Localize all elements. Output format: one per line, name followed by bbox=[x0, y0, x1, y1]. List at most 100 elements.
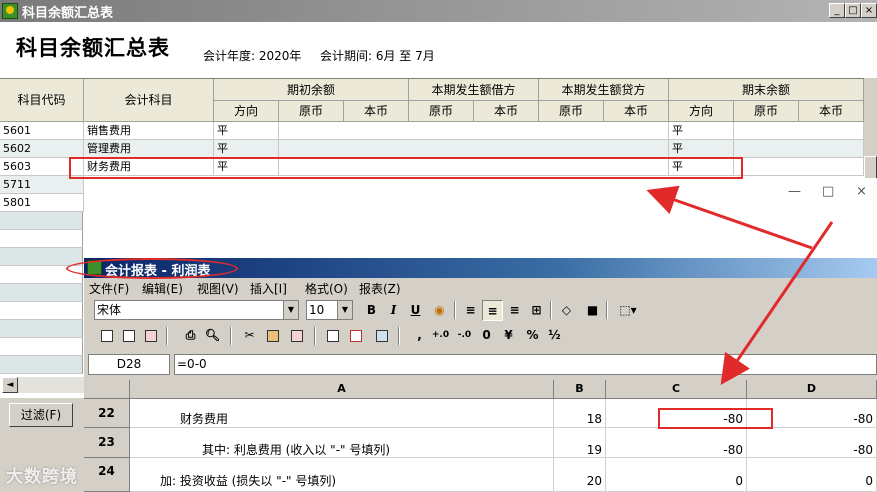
amount-cells[interactable] bbox=[734, 158, 864, 176]
chevron-down-icon[interactable]: ▼ bbox=[337, 301, 352, 319]
window2-close-button[interactable]: × bbox=[856, 184, 867, 199]
menu-file[interactable]: 文件(F) bbox=[89, 280, 129, 297]
print-icon[interactable]: ⎙ bbox=[180, 325, 201, 346]
amount-cells[interactable] bbox=[734, 122, 864, 140]
font-color-icon[interactable]: ■ bbox=[582, 300, 603, 321]
col-header-c[interactable]: C bbox=[606, 380, 747, 399]
cell-c24[interactable]: 0 bbox=[606, 458, 747, 492]
spreadsheet[interactable]: A B C D 22 财务费用 18 -80 -80 23 其中: 利息费用 (… bbox=[84, 380, 877, 492]
delete-sheet-icon[interactable] bbox=[345, 325, 366, 346]
direction-cell[interactable]: 平 bbox=[214, 140, 279, 158]
bold-button[interactable]: B bbox=[361, 300, 382, 321]
cell-reference-box[interactable]: D28 bbox=[88, 354, 170, 375]
sort-icon[interactable] bbox=[371, 325, 392, 346]
chevron-down-icon[interactable]: ▼ bbox=[283, 301, 298, 319]
cell-a24[interactable]: 加: 投资收益 (损失以 "-" 号填列) bbox=[130, 458, 554, 492]
code-cell[interactable]: 5801 bbox=[0, 194, 84, 212]
cell-a23[interactable]: 其中: 利息费用 (收入以 "-" 号填列) bbox=[130, 428, 554, 458]
formula-input[interactable]: =0-0 bbox=[174, 354, 877, 375]
menu-view[interactable]: 视图(V) bbox=[197, 280, 239, 297]
save-icon[interactable] bbox=[140, 325, 161, 346]
sub-header[interactable]: 本币 bbox=[344, 101, 409, 122]
sub-header[interactable]: 原币 bbox=[409, 101, 474, 122]
cell-a22[interactable]: 财务费用 bbox=[130, 399, 554, 428]
corner-cell[interactable] bbox=[84, 380, 130, 399]
percent-button[interactable]: % bbox=[522, 325, 543, 346]
border-icon[interactable]: ⬚▾ bbox=[612, 300, 644, 321]
direction-cell[interactable]: 平 bbox=[669, 140, 734, 158]
copy-file-icon[interactable] bbox=[118, 325, 139, 346]
filter-button[interactable]: 过滤(F) bbox=[9, 403, 73, 427]
cell-b24[interactable]: 20 bbox=[554, 458, 606, 492]
amount-cells[interactable] bbox=[734, 140, 864, 158]
sub-header[interactable]: 原币 bbox=[539, 101, 604, 122]
align-right-icon[interactable]: ≡ bbox=[504, 300, 525, 321]
comma-style-button[interactable]: , bbox=[409, 325, 430, 346]
window2-minimize-button[interactable]: — bbox=[788, 184, 801, 199]
maximize-button[interactable]: □ bbox=[845, 3, 861, 18]
sub-header[interactable]: 方向 bbox=[214, 101, 279, 122]
scroll-left-icon[interactable]: ◄ bbox=[2, 377, 18, 393]
font-size-select[interactable]: 10 ▼ bbox=[306, 300, 353, 320]
code-cell[interactable]: 5602 bbox=[0, 140, 84, 158]
new-file-icon[interactable] bbox=[96, 325, 117, 346]
direction-cell[interactable]: 平 bbox=[214, 122, 279, 140]
scroll-thumb[interactable] bbox=[864, 156, 877, 180]
paste-icon[interactable] bbox=[262, 325, 283, 346]
align-left-icon[interactable]: ≡ bbox=[460, 300, 481, 321]
fraction-button[interactable]: ½ bbox=[544, 325, 565, 346]
row-header[interactable]: 23 bbox=[84, 428, 130, 458]
italic-button[interactable]: I bbox=[383, 300, 404, 321]
row-header[interactable]: 22 bbox=[84, 399, 130, 428]
close-button[interactable]: × bbox=[861, 3, 877, 18]
sub-header[interactable]: 本币 bbox=[604, 101, 669, 122]
menu-insert[interactable]: 插入[I] bbox=[250, 280, 287, 297]
font-name-select[interactable]: 宋体 ▼ bbox=[94, 300, 299, 320]
window2-maximize-button[interactable]: □ bbox=[822, 184, 834, 199]
sub-header[interactable]: 本币 bbox=[474, 101, 539, 122]
sub-header[interactable]: 方向 bbox=[669, 101, 734, 122]
fill-bucket-icon[interactable]: ◇ bbox=[556, 300, 577, 321]
cell-b22[interactable]: 18 bbox=[554, 399, 606, 428]
empty-row bbox=[0, 284, 83, 302]
amount-cells[interactable] bbox=[279, 140, 669, 158]
minimize-button[interactable]: _ bbox=[829, 3, 845, 18]
zero-button[interactable]: 0 bbox=[476, 325, 497, 346]
insert-sheet-icon[interactable] bbox=[322, 325, 343, 346]
paste-special-icon[interactable] bbox=[286, 325, 307, 346]
cell-b23[interactable]: 19 bbox=[554, 428, 606, 458]
cell-d24[interactable]: 0 bbox=[747, 458, 877, 492]
menu-report[interactable]: 报表(Z) bbox=[359, 280, 401, 297]
horizontal-scrollbar[interactable]: ◄ bbox=[2, 377, 84, 393]
col-header-d[interactable]: D bbox=[747, 380, 877, 399]
cut-icon[interactable]: ✂ bbox=[239, 325, 260, 346]
col-header-code[interactable]: 科目代码 bbox=[0, 79, 84, 122]
underline-button[interactable]: U bbox=[405, 300, 426, 321]
direction-cell[interactable]: 平 bbox=[669, 122, 734, 140]
sub-header[interactable]: 原币 bbox=[734, 101, 799, 122]
increase-decimal-icon[interactable]: +.0 bbox=[430, 325, 451, 346]
decrease-decimal-icon[interactable]: -.0 bbox=[454, 325, 475, 346]
print-preview-icon[interactable]: 🔍︎ bbox=[202, 325, 223, 346]
menu-format[interactable]: 格式(O) bbox=[305, 280, 348, 297]
separator bbox=[606, 301, 608, 319]
currency-icon[interactable]: ¥ bbox=[498, 325, 519, 346]
vertical-scrollbar[interactable] bbox=[864, 78, 877, 180]
subject-cell[interactable]: 管理费用 bbox=[84, 140, 214, 158]
window1-titlebar[interactable]: 科目余额汇总表 _ □ × bbox=[0, 0, 877, 22]
color-palette-icon[interactable]: ◉ bbox=[429, 300, 450, 321]
col-header-a[interactable]: A bbox=[130, 380, 554, 399]
col-header-b[interactable]: B bbox=[554, 380, 606, 399]
code-cell[interactable]: 5601 bbox=[0, 122, 84, 140]
table-grid-icon[interactable]: ⊞ bbox=[526, 300, 547, 321]
align-center-icon[interactable]: ≡ bbox=[482, 300, 503, 321]
row-header[interactable]: 24 bbox=[84, 458, 130, 492]
col-header-subject[interactable]: 会计科目 bbox=[84, 79, 214, 122]
subject-cell[interactable]: 销售费用 bbox=[84, 122, 214, 140]
amount-cells[interactable] bbox=[279, 122, 669, 140]
sub-header[interactable]: 原币 bbox=[279, 101, 344, 122]
menu-edit[interactable]: 编辑(E) bbox=[142, 280, 183, 297]
cell-c23[interactable]: -80 bbox=[606, 428, 747, 458]
cell-d23[interactable]: -80 bbox=[747, 428, 877, 458]
sub-header[interactable]: 本币 bbox=[799, 101, 864, 122]
